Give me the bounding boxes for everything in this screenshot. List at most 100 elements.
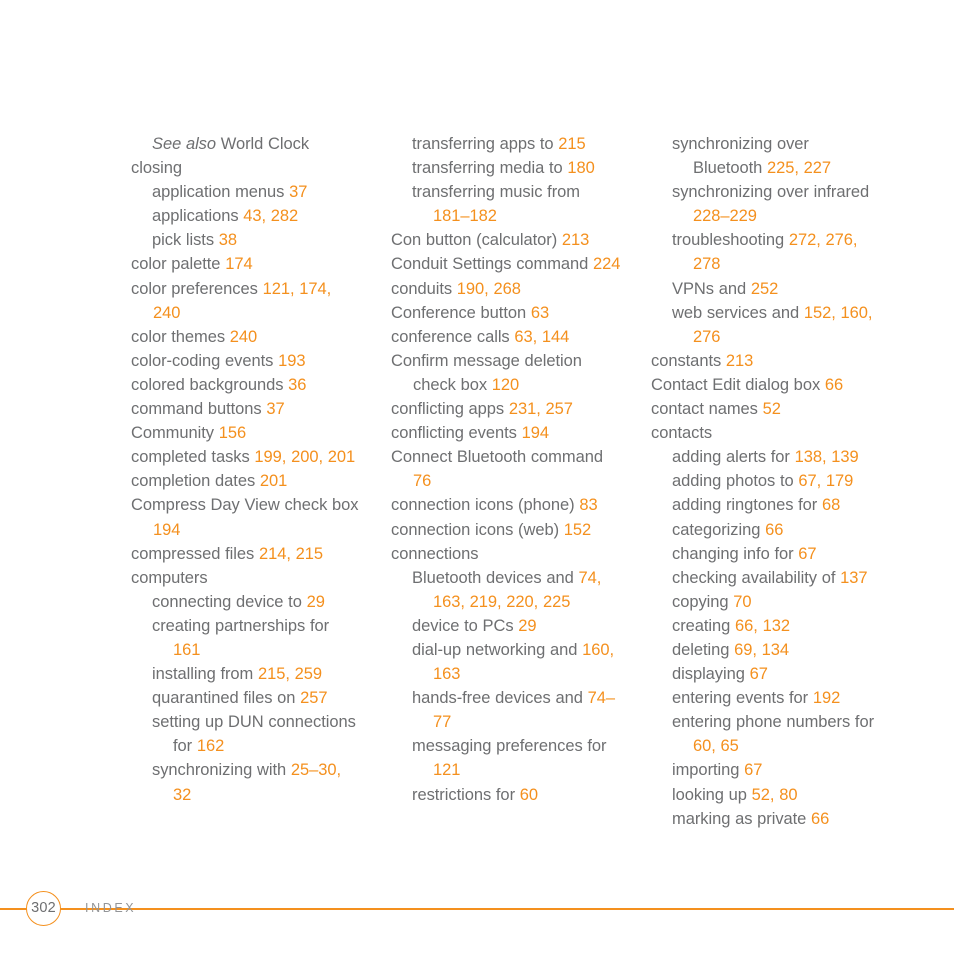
index-entry-term: contacts [651,424,713,443]
index-entry-pages[interactable]: 52 [763,400,781,418]
index-entry-pages[interactable]: 161 [173,641,200,659]
index-entry-pages[interactable]: 231, 257 [509,400,573,418]
index-entry: installing from 215, 259 [152,662,361,686]
index-entry: command buttons 37 [131,397,361,421]
index-entry: setting up DUN connections for 162 [152,710,361,758]
index-entry-term: Bluetooth devices and [412,568,574,587]
index-entry-pages[interactable]: 215, 259 [258,665,322,683]
index-entry-pages[interactable]: 152 [564,521,591,539]
index-entry-pages[interactable]: 29 [518,617,536,635]
index-entry: restrictions for 60 [412,783,621,807]
index-entry-term: checking availability of [672,568,836,587]
index-entry-pages[interactable]: 181–182 [433,207,497,225]
index-entry-term: creating partnerships for [152,616,330,635]
index-entry: Conduit Settings command 224 [391,252,621,276]
index-entry-pages[interactable]: 201 [260,472,287,490]
index-entry: dial-up networking and 160, 163 [412,638,621,686]
index-entry-term: transferring apps to [412,135,554,153]
index-entry-pages[interactable]: 213 [726,352,753,370]
index-entry-pages[interactable]: 63 [531,304,549,322]
index-entry-pages[interactable]: 66 [825,376,843,394]
index-entry-pages[interactable]: 67 [744,761,762,779]
index-entry-term: looking up [672,785,747,804]
index-entry-pages[interactable]: 67 [798,545,816,563]
index-entry: color-coding events 193 [131,349,361,373]
index-entry-term: Contact Edit dialog box [651,375,821,394]
index-entry-pages[interactable]: 162 [197,737,224,755]
index-entry-term: conduits [391,279,453,298]
index-entry-pages[interactable]: 194 [153,521,180,539]
index-entry-pages[interactable]: 60, 65 [693,737,739,755]
index-entry-pages[interactable]: 138, 139 [795,448,859,466]
index-entry-pages[interactable]: 193 [278,352,305,370]
footer-section-label: INDEX [85,901,137,915]
index-entry: conflicting events 194 [391,421,621,445]
index-entry-term: conflicting events [391,424,517,443]
index-entry-pages[interactable]: 174 [225,255,252,273]
index-entry: quarantined files on 257 [152,686,361,710]
index-entry-pages[interactable]: 156 [219,424,246,442]
index-entry-pages[interactable]: 66, 132 [735,617,790,635]
index-entry-term: colored backgrounds [131,375,284,394]
index-entry: synchronizing over infrared 228–229 [672,180,881,228]
index-entry-pages[interactable]: 192 [813,689,840,707]
index-entry-pages[interactable]: 214, 215 [259,545,323,563]
index-entry-pages[interactable]: 38 [219,231,237,249]
index-entry: creating 66, 132 [672,614,881,638]
index-entry-pages[interactable]: 215 [558,135,585,153]
index-entry-pages[interactable]: 52, 80 [752,786,798,804]
index-entry-pages[interactable]: 120 [492,376,519,394]
index-entry-pages[interactable]: 121 [433,761,460,779]
index-entry: See also World Clock [152,132,361,156]
index-entry-pages[interactable]: 37 [289,183,307,201]
index-entry-pages[interactable]: 67 [750,665,768,683]
index-entry-term: marking as private [672,809,807,828]
index-entry: color preferences 121, 174, 240 [131,277,361,325]
index-entry-pages[interactable]: 180 [567,159,594,177]
index-entry-term: contact names [651,400,758,419]
index-entry-term: computers [131,568,208,587]
index-entry-pages[interactable]: 137 [840,569,867,587]
index-entry: contacts [651,421,881,445]
index-entry-pages[interactable]: 66 [765,521,783,539]
index-entry-pages[interactable]: 83 [579,496,597,514]
index-entry: VPNs and 252 [672,277,881,301]
index-entry-pages[interactable]: 199, 200, 201 [254,448,355,466]
index-entry-pages[interactable]: 70 [733,593,751,611]
index-entry-term: dial-up networking and [412,640,578,659]
index-entry-pages[interactable]: 67, 179 [798,472,853,490]
index-entry-term: connections [391,544,479,563]
index-entry-pages[interactable]: 225, 227 [767,159,831,177]
index-entry-pages[interactable]: 63, 144 [514,328,569,346]
index-entry-pages[interactable]: 29 [307,593,325,611]
index-entry-pages[interactable]: 252 [751,280,778,298]
index-entry-term: completed tasks [131,448,250,467]
footer-rule [0,908,954,910]
index-column-3: synchronizing over Bluetooth 225, 227 syn… [651,132,881,831]
index-entry-pages[interactable]: 224 [593,255,620,273]
index-entry: hands-free devices and 74–77 [412,686,621,734]
index-entry: connection icons (web) 152 [391,518,621,542]
index-entry-pages[interactable]: 76 [413,472,431,490]
index-entry-pages[interactable]: 190, 268 [457,280,521,298]
index-entry-term: entering events for [672,689,809,708]
index-entry-pages[interactable]: 66 [811,810,829,828]
index-entry-pages[interactable]: 257 [300,689,327,707]
index-entry-pages[interactable]: 194 [522,424,549,442]
index-entry-pages[interactable]: 213 [562,231,589,249]
index-entry: device to PCs 29 [412,614,621,638]
index-entry: Bluetooth devices and 74, 163, 219, 220,… [412,566,621,614]
index-entry-pages[interactable]: 37 [266,400,284,418]
index-entry-term: web services and [672,303,800,322]
index-entry-pages[interactable]: 60 [520,786,538,804]
index-entry: adding photos to 67, 179 [672,469,881,493]
index-entry-pages[interactable]: 69, 134 [734,641,789,659]
index-entry-pages[interactable]: 68 [822,496,840,514]
index-entry-pages[interactable]: 228–229 [693,207,757,225]
index-entry-pages[interactable]: 240 [230,328,257,346]
index-entry-pages[interactable]: 43, 282 [243,207,298,225]
index-entry: Compress Day View check box 194 [131,493,361,541]
index-entry-pages[interactable]: 36 [288,376,306,394]
index-entry: creating partnerships for 161 [152,614,361,662]
index-entry: color themes 240 [131,325,361,349]
